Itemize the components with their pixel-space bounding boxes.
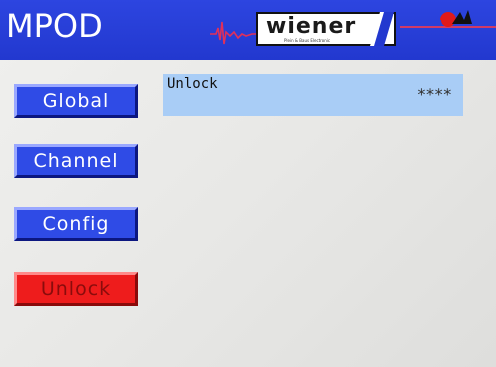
logo-wordmark: wiener [266, 14, 357, 39]
nav-channel-button[interactable]: Channel [14, 144, 138, 178]
nav-unlock-button[interactable]: Unlock [14, 272, 138, 306]
heartbeat-icon [210, 21, 260, 45]
logo-subtext: Plein & Baus Electronic [284, 38, 331, 43]
brand-mark-icon [440, 10, 472, 27]
header-bar: MPOD wiener Plein & Baus Electronic [0, 0, 496, 60]
nav-config-button[interactable]: Config [14, 207, 138, 241]
unlock-code-value[interactable]: ∗∗∗∗ [416, 82, 452, 101]
nav-global-button[interactable]: Global [14, 84, 138, 118]
mpod-screen: MPOD wiener Plein & Baus Electronic Glob… [0, 0, 496, 367]
wiener-logo: wiener Plein & Baus Electronic [256, 12, 396, 46]
logo-slash-icon [370, 12, 394, 46]
unlock-row-label: Unlock [167, 76, 218, 92]
unlock-row[interactable]: Unlock ∗∗∗∗ [163, 74, 463, 116]
app-title: MPOD [6, 7, 103, 45]
